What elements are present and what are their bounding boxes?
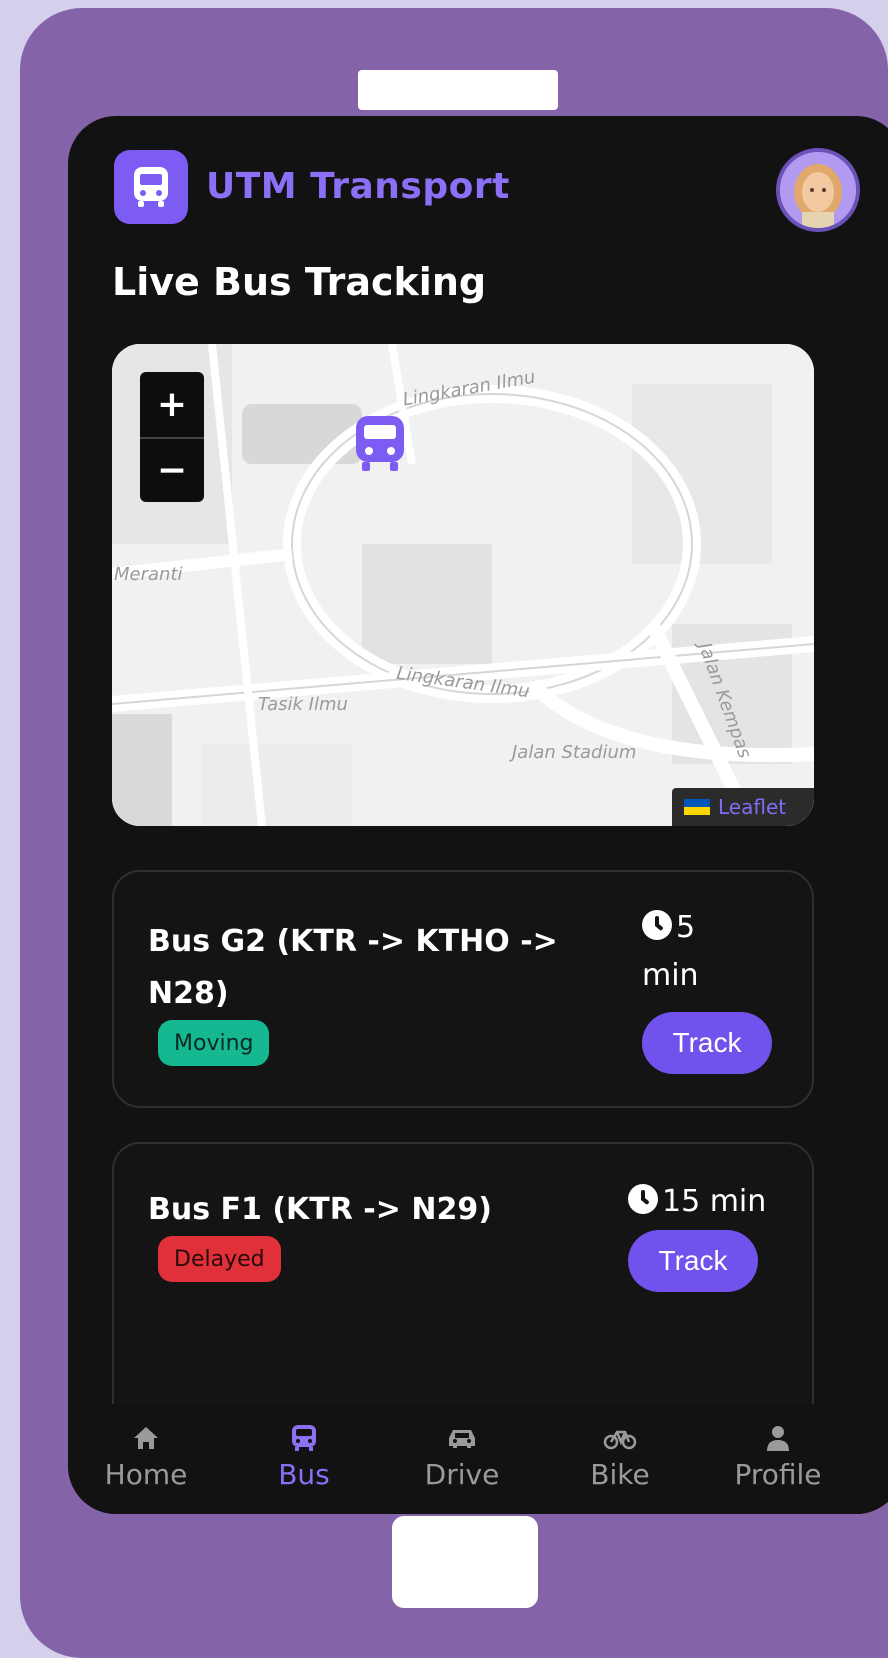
nav-item-home[interactable]: Home <box>76 1418 216 1491</box>
nav-item-bus[interactable]: Bus <box>234 1418 374 1491</box>
track-button[interactable]: Track <box>642 1012 772 1074</box>
zoom-in-button[interactable]: + <box>140 372 204 437</box>
bus-icon <box>292 1425 316 1451</box>
map-attribution[interactable]: Leaflet <box>672 788 814 826</box>
live-map[interactable]: Lingkaran Ilmu Meranti Lingkaran Ilmu Ta… <box>112 344 814 826</box>
bottom-nav: Home Bus Drive Bike Profile <box>68 1404 888 1514</box>
ukraine-flag-icon <box>684 799 710 815</box>
user-avatar[interactable] <box>776 148 860 232</box>
nav-label: Bike <box>590 1458 650 1491</box>
nav-label: Profile <box>734 1458 822 1491</box>
bike-icon <box>603 1430 637 1450</box>
bus-marker-icon[interactable] <box>354 416 406 472</box>
phone-speaker <box>358 70 558 110</box>
eta-value: 15 min <box>662 1184 767 1219</box>
app-screen: UTM Transport Live Bus Tracking Lingkara… <box>68 116 888 1514</box>
eta: 5 min <box>642 904 752 1000</box>
zoom-control: + − <box>140 372 204 502</box>
bus-logo-icon <box>134 167 168 207</box>
nav-item-profile[interactable]: Profile <box>708 1418 848 1491</box>
bus-card: Bus G2 (KTR -> KTHO -> N28) Moving 5 min… <box>112 870 814 1108</box>
bus-name: Bus F1 (KTR -> N29) <box>148 1192 492 1227</box>
avatar-illustration <box>780 152 856 228</box>
track-button[interactable]: Track <box>628 1230 758 1292</box>
clock-icon <box>642 910 672 940</box>
phone-frame: UTM Transport Live Bus Tracking Lingkara… <box>20 8 888 1658</box>
app-header: UTM Transport <box>114 148 860 232</box>
home-icon <box>134 1427 158 1449</box>
bus-name: Bus G2 (KTR -> KTHO -> N28) <box>148 924 558 1011</box>
app-title: UTM Transport <box>206 166 510 207</box>
zoom-out-button[interactable]: − <box>140 437 204 502</box>
nav-item-bike[interactable]: Bike <box>550 1418 690 1491</box>
attribution-label: Leaflet <box>718 795 787 819</box>
car-icon <box>449 1430 475 1448</box>
app-logo <box>114 150 188 224</box>
map-label: Tasik Ilmu <box>258 694 348 715</box>
clock-icon <box>628 1184 658 1214</box>
nav-label: Home <box>104 1458 188 1491</box>
user-icon <box>767 1426 789 1451</box>
nav-label: Bus <box>278 1458 330 1491</box>
phone-home-button[interactable] <box>392 1516 538 1608</box>
nav-item-drive[interactable]: Drive <box>392 1418 532 1491</box>
status-badge: Moving <box>158 1020 270 1066</box>
eta: 15 min <box>628 1178 798 1226</box>
map-label: Jalan Stadium <box>512 742 637 763</box>
map-label: Meranti <box>114 564 183 585</box>
page-title: Live Bus Tracking <box>112 260 487 304</box>
bus-card: Bus F1 (KTR -> N29) Delayed 15 min Track <box>112 1142 814 1442</box>
status-badge: Delayed <box>158 1236 281 1282</box>
nav-label: Drive <box>424 1458 500 1491</box>
map-tiles <box>112 344 814 826</box>
